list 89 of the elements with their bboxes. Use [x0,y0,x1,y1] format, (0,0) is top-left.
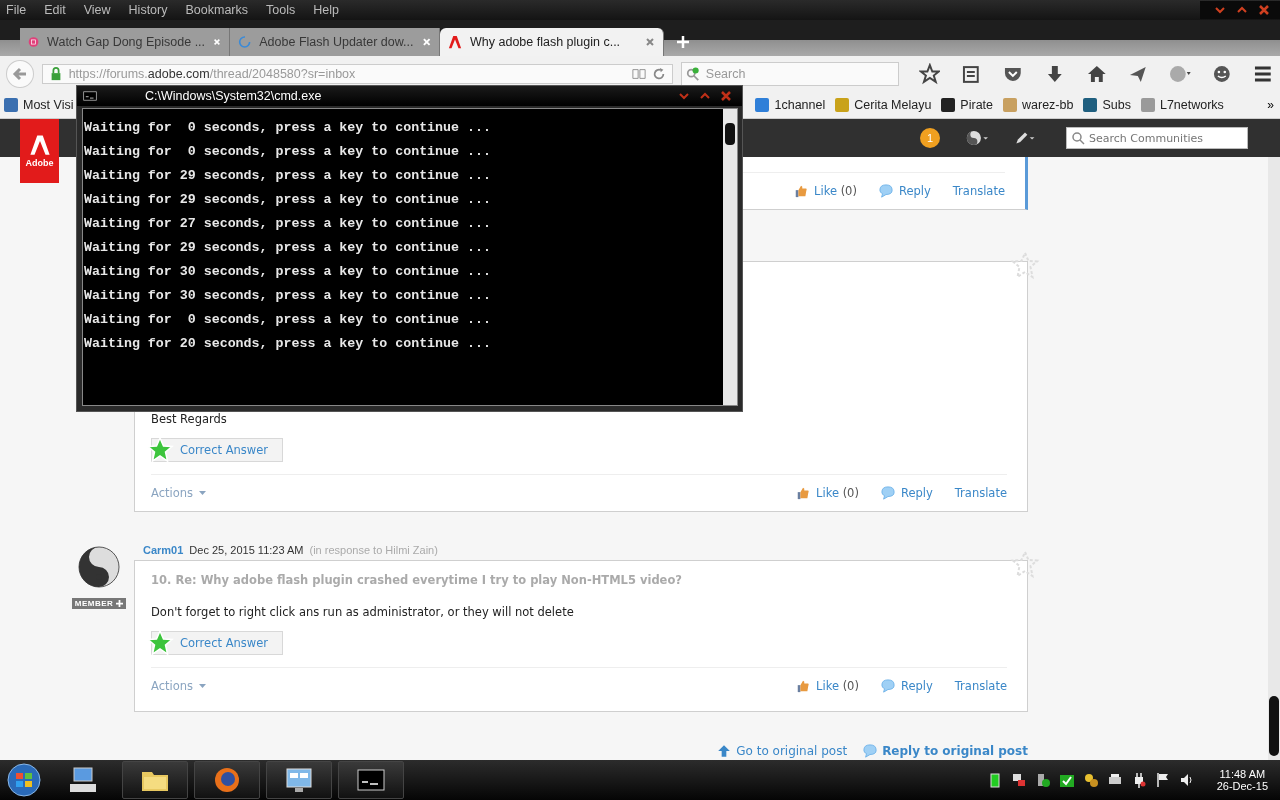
star-icon[interactable] [918,63,941,85]
author-link[interactable]: Carm01 [143,544,184,556]
reply-to-original-post-link[interactable]: Reply to original post [863,744,1028,758]
menu-item[interactable]: Tools [264,3,298,17]
scrollbar[interactable] [1268,157,1280,760]
reload-icon[interactable] [651,67,666,81]
menu-item[interactable]: Bookmarks [183,3,250,17]
console-line: Waiting for 29 seconds, press a key to continue ... [84,191,492,209]
bookmark[interactable]: Most Visi [4,98,74,112]
plus-icon[interactable] [676,35,690,49]
console-line: Waiting for 0 seconds, press a key to continue ... [84,119,492,137]
go-to-original-post-link[interactable]: Go to original post [717,744,848,758]
post-body: Best Regards [151,412,228,426]
bookmark[interactable]: warez-bb [1003,98,1074,112]
console-line: Waiting for 20 seconds, press a key to continue ... [84,335,492,353]
console-line: Waiting for 29 seconds, press a key to continue ... [84,239,492,257]
star-icon [146,629,174,657]
window-title: C:\Windows\System32\cmd.exe [145,89,322,103]
browser-tab[interactable]: Adobe Flash Updater dow... [230,28,440,56]
browser-tab[interactable]: Watch Gap Dong Episode ... [20,28,230,56]
close-icon[interactable] [645,37,655,47]
star-outline-icon[interactable] [1009,549,1041,581]
like-button[interactable]: Like (0) [796,679,859,693]
caret-icon [199,684,206,688]
adobe-logo[interactable]: Adobe [20,119,59,183]
console-line: Waiting for 0 seconds, press a key to continue ... [84,311,492,329]
console-line: Waiting for 27 seconds, press a key to continue ... [84,215,492,233]
console-line: Waiting for 30 seconds, press a key to continue ... [84,287,492,305]
star-icon [146,436,174,464]
bookmark[interactable]: L7networks [1140,98,1224,112]
translate-link[interactable]: Translate [954,486,1007,500]
reply-button[interactable]: Reply [880,679,933,693]
thumbs-up-icon [794,184,809,198]
like-button[interactable]: Like (0) [796,486,859,500]
adobe-logo-icon [448,35,462,49]
command-prompt-icon[interactable] [338,761,404,799]
menu-item[interactable]: View [81,3,113,17]
search-communities-field[interactable]: Search Communities [1066,127,1248,149]
search-icon [685,67,700,81]
more-bookmarks-button[interactable]: » [1267,98,1274,112]
console-line: Waiting for 30 seconds, press a key to continue ... [84,263,492,281]
speech-bubble-icon [880,679,895,693]
speech-bubble-icon [863,744,878,758]
flag-icon[interactable] [1154,772,1171,788]
search-field[interactable]: Search [680,62,899,86]
scrollbar[interactable] [723,109,737,405]
clock[interactable]: 11:48 AM 26-Dec-15 [1216,768,1268,792]
command-prompt-icon [83,89,97,103]
in-response-text: (in response to Hilmi Zain) [309,544,438,556]
console-line: Waiting for 29 seconds, press a key to continue ... [84,167,492,185]
post-body: Don't forget to right click ans run as administrator, or they will not delete [151,605,575,619]
menu-item[interactable]: Help [311,3,341,17]
like-button[interactable]: Like (0) [794,184,857,198]
speaker-icon[interactable] [1178,772,1195,788]
bookmark[interactable]: Pirate [941,98,993,112]
menu-item[interactable]: Edit [42,3,68,17]
up-arrow-icon [717,744,732,758]
bookmark[interactable]: Subs [1083,98,1131,112]
yin-yang-avatar [78,546,120,588]
back-arrow-icon [11,66,28,82]
star-outline-icon[interactable] [1009,250,1041,282]
speech-bubble-icon [880,486,895,500]
control-panel-icon[interactable] [266,761,332,799]
start-button[interactable] [4,760,44,800]
browser-tab[interactable]: Why adobe flash plugin c... [440,28,664,56]
thumbs-up-icon [796,679,811,693]
bookmark[interactable]: 1channel [755,98,826,112]
translate-link[interactable]: Translate [954,679,1007,693]
speech-bubble-icon [878,184,893,198]
translate-link[interactable]: Translate [952,184,1005,198]
back-button[interactable] [6,60,34,88]
rank-badge: MEMBER [71,598,127,609]
command-prompt-window[interactable] [76,85,743,412]
firefox-icon[interactable] [194,761,260,799]
post-title: 10. Re: Why adobe flash plugin crashed everytime I try to play Non-HTML5 video? [151,572,683,587]
thumbs-up-icon [796,486,811,500]
loading-icon [238,35,252,49]
bookmark[interactable]: Cerita Melayu [835,98,932,112]
caret-icon [199,491,206,495]
menu-item[interactable]: File [4,3,29,17]
search-icon [1071,131,1085,145]
console-line: Waiting for 0 seconds, press a key to continue ... [84,143,492,161]
checkmark-icon[interactable] [1058,772,1075,788]
address-bar[interactable]: https://forums.adobe.com/thread/2048580?sr=inbox [41,64,673,84]
menu-item[interactable]: History [126,3,170,17]
reply-button[interactable]: Reply [878,184,931,198]
post-date: Dec 25, 2015 11:23 AM [189,544,304,556]
reply-button[interactable]: Reply [880,486,933,500]
folder-icon[interactable] [122,761,188,799]
